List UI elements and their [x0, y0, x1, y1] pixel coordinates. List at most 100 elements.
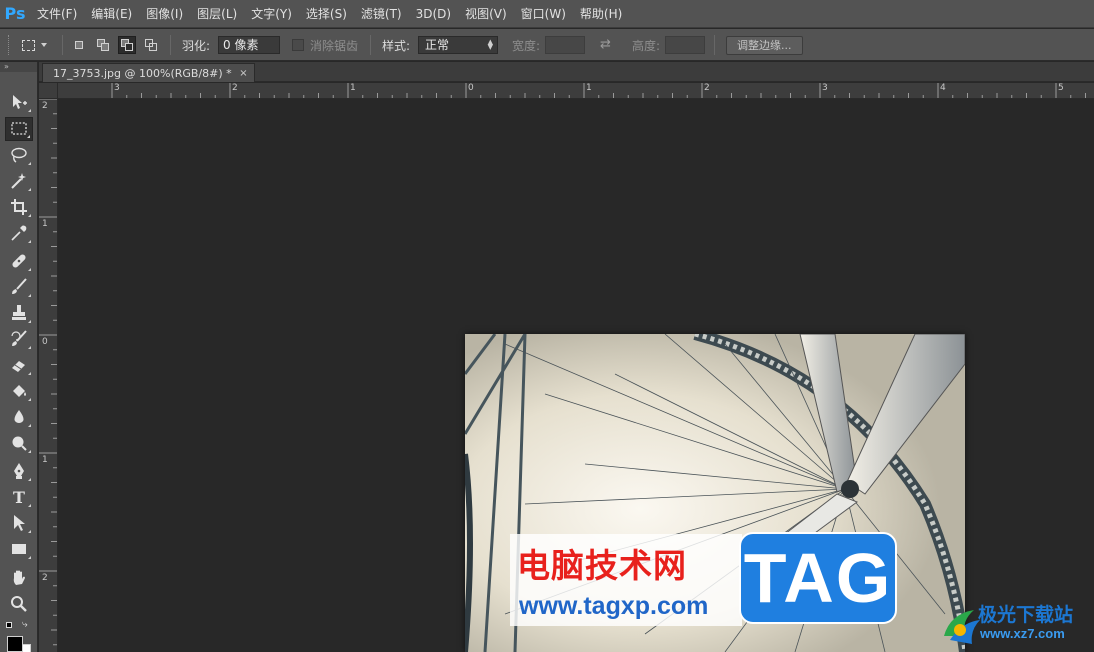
feather-input[interactable]: 0 像素 — [218, 36, 280, 54]
submenu-corner-icon — [28, 346, 31, 349]
foreground-color-swatch[interactable] — [7, 636, 23, 652]
move-tool-icon — [13, 95, 27, 109]
subtract-from-selection-button[interactable] — [118, 36, 136, 54]
subtract-selection-icon-b — [125, 43, 133, 51]
eraser-tool-icon — [12, 361, 25, 372]
magic-wand-tool[interactable] — [5, 169, 33, 193]
tools-panel-collapse[interactable]: » — [0, 62, 37, 72]
lasso-tool[interactable] — [5, 143, 33, 167]
swap-dimensions-icon[interactable]: ⇄ — [600, 37, 611, 52]
submenu-corner-icon — [28, 450, 31, 453]
move-tool[interactable] — [5, 90, 33, 114]
style-select[interactable]: 正常 ▲ ▼ — [418, 36, 498, 54]
clone-stamp-tool[interactable] — [5, 301, 33, 325]
submenu-corner-icon — [28, 424, 31, 427]
type-tool[interactable]: T — [5, 485, 33, 509]
rectangle-tool[interactable] — [5, 537, 33, 561]
submenu-corner-icon — [28, 109, 31, 112]
submenu-corner-icon — [28, 556, 31, 559]
ruler-label: 1 — [42, 455, 48, 465]
ruler-label: 3 — [114, 83, 120, 93]
zoom-tool[interactable] — [5, 592, 33, 616]
options-bar-grip[interactable] — [8, 35, 11, 55]
clone-stamp-tool-icon — [12, 305, 26, 320]
document-canvas[interactable]: 电脑技术网 www.tagxp.com TAG — [59, 99, 1094, 652]
new-selection-button[interactable] — [70, 36, 88, 54]
menu-window[interactable]: 窗口(W) — [514, 0, 573, 28]
width-input[interactable] — [545, 36, 585, 54]
history-brush-tool[interactable] — [5, 327, 33, 351]
ferris-wheel-photo: 电脑技术网 www.tagxp.com TAG — [465, 334, 965, 652]
paint-bucket-tool[interactable] — [5, 379, 33, 403]
menu-view[interactable]: 视图(V) — [458, 0, 514, 28]
rectangular-marquee-tool[interactable] — [5, 117, 33, 141]
lasso-tool-icon — [11, 147, 27, 163]
submenu-corner-icon — [28, 478, 31, 481]
document-tab-title: 17_3753.jpg @ 100%(RGB/8#) * — [53, 67, 232, 80]
healing-brush-tool[interactable] — [5, 249, 33, 273]
blur-tool-icon — [14, 410, 24, 423]
divider — [370, 35, 371, 55]
submenu-corner-icon — [28, 188, 31, 191]
horizontal-ruler-ticks — [111, 83, 1086, 98]
submenu-corner-icon — [28, 320, 31, 323]
menu-edit[interactable]: 编辑(E) — [84, 0, 139, 28]
antialias-checkbox[interactable] — [292, 39, 304, 51]
submenu-corner-icon — [28, 162, 31, 165]
brush-tool-icon — [12, 278, 27, 294]
rectangle-tool-icon — [12, 544, 26, 554]
style-label: 样式: — [382, 39, 411, 53]
ruler-label: 2 — [704, 83, 710, 93]
menu-layer[interactable]: 图层(L) — [190, 0, 244, 28]
pen-tool[interactable] — [5, 459, 33, 483]
divider — [62, 35, 63, 55]
brush-tool[interactable] — [5, 275, 33, 299]
menu-help[interactable]: 帮助(H) — [573, 0, 629, 28]
swap-colors-icon[interactable]: ⤷ — [22, 619, 28, 630]
chevron-down-icon — [41, 43, 47, 47]
document-tab-bar: 17_3753.jpg @ 100%(RGB/8#) * × — [39, 62, 1094, 82]
horizontal-ruler[interactable]: 3 2 1 0 1 2 3 4 5 — [58, 83, 1094, 99]
eraser-tool[interactable] — [5, 353, 33, 377]
zoom-tool-icon — [11, 596, 27, 612]
add-to-selection-button[interactable] — [94, 36, 112, 54]
menu-3d[interactable]: 3D(D) — [409, 0, 458, 28]
dodge-tool[interactable] — [5, 431, 33, 455]
crop-tool[interactable] — [5, 195, 33, 219]
photoshop-logo: Ps — [4, 4, 26, 23]
new-selection-icon — [75, 41, 83, 49]
height-input[interactable] — [665, 36, 705, 54]
menu-filter[interactable]: 滤镜(T) — [354, 0, 409, 28]
watermark-cn-text: 电脑技术网 — [517, 546, 687, 585]
eyedropper-tool[interactable] — [5, 221, 33, 245]
menu-bar: Ps 文件(F) 编辑(E) 图像(I) 图层(L) 文字(Y) 选择(S) 滤… — [0, 0, 1094, 28]
tool-preset-picker[interactable] — [22, 35, 54, 55]
style-select-value: 正常 — [425, 38, 450, 52]
menu-file[interactable]: 文件(F) — [30, 0, 84, 28]
document-tab[interactable]: 17_3753.jpg @ 100%(RGB/8#) * × — [42, 63, 255, 82]
ruler-label: 4 — [940, 83, 946, 93]
submenu-corner-icon — [28, 268, 31, 271]
path-selection-tool[interactable] — [5, 511, 33, 535]
close-icon[interactable]: × — [239, 64, 247, 83]
intersect-selection-button[interactable] — [142, 36, 160, 54]
paint-bucket-tool-icon — [13, 385, 26, 397]
default-colors-icon[interactable] — [6, 622, 12, 628]
ruler-origin[interactable] — [39, 83, 58, 99]
watermark-tag-logo: TAG — [739, 532, 897, 624]
pen-tool-icon — [14, 463, 24, 479]
ruler-label: 0 — [42, 337, 48, 347]
menu-image[interactable]: 图像(I) — [139, 0, 190, 28]
submenu-corner-icon — [28, 372, 31, 375]
submenu-corner-icon — [28, 398, 31, 401]
watermark-url-text: www.tagxp.com — [519, 592, 709, 620]
vertical-ruler[interactable]: 2 1 0 1 2 — [39, 99, 58, 652]
menu-type[interactable]: 文字(Y) — [244, 0, 299, 28]
refine-edge-button[interactable]: 调整边缘... — [726, 36, 803, 55]
ruler-label: 2 — [232, 83, 238, 93]
hand-tool[interactable] — [5, 566, 33, 590]
blur-tool[interactable] — [5, 405, 33, 429]
menu-select[interactable]: 选择(S) — [299, 0, 354, 28]
width-label: 宽度: — [512, 39, 541, 53]
submenu-corner-icon — [28, 504, 31, 507]
